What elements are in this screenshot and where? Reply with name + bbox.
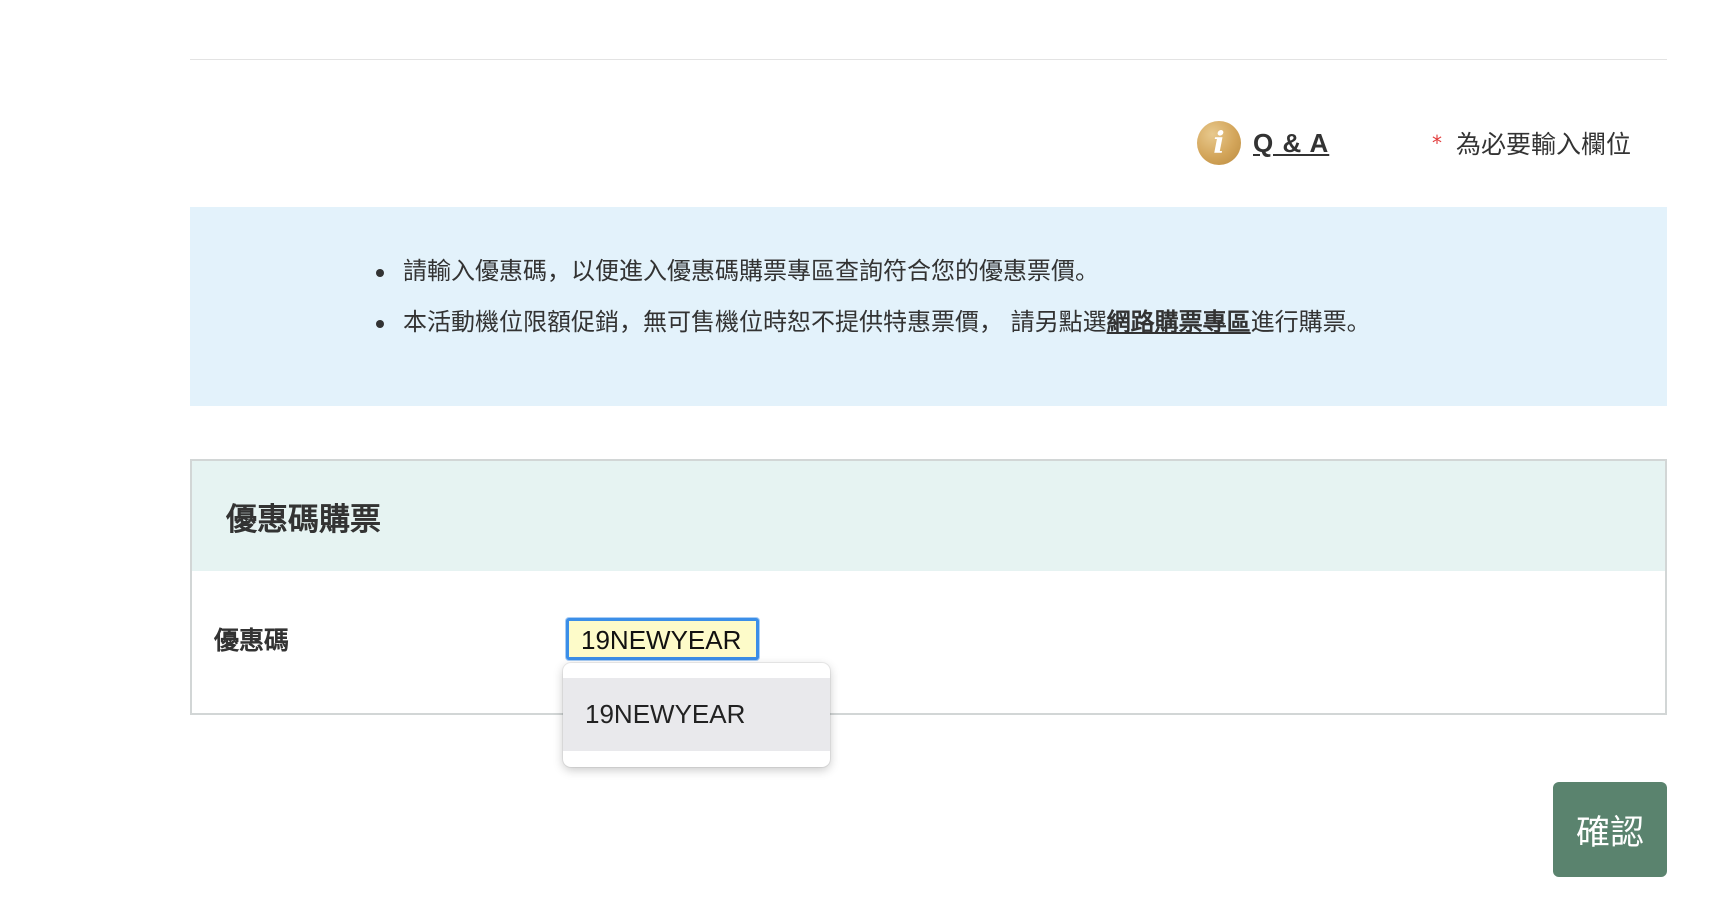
- qa-link-label: Q & A: [1253, 127, 1330, 158]
- notice-item: 請輸入優惠碼，以便進入優惠碼購票專區查詢符合您的優惠票價。: [376, 246, 1371, 297]
- required-star: *: [1432, 131, 1442, 155]
- qa-link[interactable]: i Q & A: [1197, 120, 1329, 166]
- online-booking-link[interactable]: 網路購票專區: [1107, 308, 1251, 336]
- notice-text-1: 請輸入優惠碼，以便進入優惠碼購票專區查詢符合您的優惠票價。: [403, 257, 1099, 285]
- promo-code-panel: 優惠碼購票 優惠碼: [190, 459, 1667, 715]
- notice-text-2-end: 進行購票。: [1250, 308, 1371, 336]
- autocomplete-option[interactable]: 19NEWYEAR: [563, 678, 830, 751]
- info-icon: i: [1197, 121, 1241, 165]
- notice-list: 請輸入優惠碼，以便進入優惠碼購票專區查詢符合您的優惠票價。 本活動機位限額促銷，…: [376, 246, 1371, 348]
- utility-bar: i Q & A * 為必要輸入欄位: [0, 120, 1714, 168]
- required-field-note: * 為必要輸入欄位: [1432, 120, 1631, 166]
- panel-title: 優惠碼購票: [226, 501, 381, 538]
- required-note-text: 為必要輸入欄位: [1456, 130, 1632, 159]
- top-divider: [190, 59, 1667, 60]
- confirm-button[interactable]: 確認: [1553, 782, 1667, 877]
- notice-item: 本活動機位限額促銷，無可售機位時恕不提供特惠票價， 請另點選網路購票專區進行購票…: [376, 297, 1371, 348]
- promo-code-input[interactable]: [566, 618, 759, 660]
- autocomplete-dropdown: 19NEWYEAR: [563, 663, 830, 767]
- notice-box: 請輸入優惠碼，以便進入優惠碼購票專區查詢符合您的優惠票價。 本活動機位限額促銷，…: [190, 207, 1667, 406]
- promo-code-label: 優惠碼: [214, 626, 290, 655]
- panel-header: 優惠碼購票: [192, 461, 1665, 571]
- notice-text-2: 本活動機位限額促銷，無可售機位時恕不提供特惠票價， 請另點選: [403, 308, 1107, 336]
